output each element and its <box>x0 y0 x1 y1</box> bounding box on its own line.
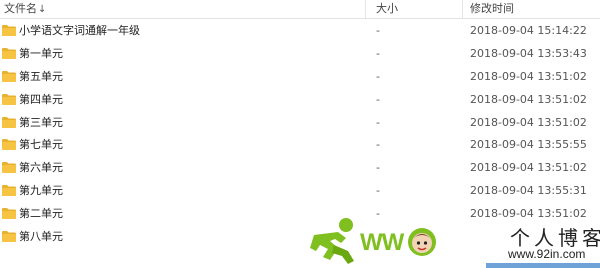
folder-icon <box>2 162 16 174</box>
file-size: - <box>376 184 380 198</box>
folder-icon <box>2 139 16 151</box>
file-name: 第八单元 <box>19 230 63 244</box>
column-divider[interactable] <box>365 0 366 19</box>
file-size: - <box>376 24 380 37</box>
file-size: - <box>376 46 380 60</box>
folder-icon <box>2 185 16 197</box>
folder-icon <box>2 25 16 36</box>
file-name: 第九单元 <box>19 184 63 198</box>
folder-icon <box>2 93 16 105</box>
file-row[interactable]: 第七单元 - 2018-09-04 13:55:55 <box>0 134 600 157</box>
file-modified-date: 2018-09-04 13:51:02 <box>470 161 587 175</box>
running-figure-logo-icon <box>310 218 354 264</box>
file-row[interactable]: 第九单元 - 2018-09-04 13:55:31 <box>0 180 600 203</box>
file-row[interactable]: 第三单元 - 2018-09-04 13:51:02 <box>0 112 600 135</box>
file-row[interactable]: 第六单元 - 2018-09-04 13:51:02 <box>0 157 600 180</box>
file-modified-date: 2018-09-04 13:51:02 <box>470 92 587 106</box>
file-size: - <box>376 69 380 83</box>
file-name: 第四单元 <box>19 92 63 106</box>
watermark-bar <box>486 263 600 268</box>
folder-icon <box>2 231 16 243</box>
watermark-url: www.92in.com <box>508 247 586 261</box>
file-modified-date: 2018-09-04 15:14:22 <box>470 24 587 37</box>
folder-icon <box>2 70 16 82</box>
column-header-name-label: 文件名 <box>4 2 37 15</box>
file-row[interactable]: 第四单元 - 2018-09-04 13:51:02 <box>0 89 600 112</box>
file-modified-date: 2018-09-04 13:55:55 <box>470 138 587 152</box>
file-row[interactable]: 小学语文字词通解一年级 - 2018-09-04 15:14:22 <box>0 20 600 43</box>
file-size: - <box>376 115 380 129</box>
file-modified-date: 2018-09-04 13:51:02 <box>470 115 587 129</box>
column-header-size[interactable]: 大小 <box>376 0 456 19</box>
file-name: 第二单元 <box>19 207 63 221</box>
file-name: 第三单元 <box>19 115 63 129</box>
avatar-face-icon <box>408 228 436 256</box>
file-name: 第一单元 <box>19 46 63 60</box>
file-row[interactable]: 第五单元 - 2018-09-04 13:51:02 <box>0 66 600 89</box>
file-modified-date: 2018-09-04 13:51:02 <box>470 69 587 83</box>
site-watermark: WW 个人博客 www.92in.com <box>308 215 600 268</box>
folder-icon <box>2 116 16 128</box>
file-modified-date: 2018-09-04 13:53:43 <box>470 46 587 60</box>
file-name: 第六单元 <box>19 161 63 175</box>
file-size: - <box>376 138 380 152</box>
column-header-bar: 文件名↓ 大小 修改时间 <box>0 0 600 19</box>
file-modified-date: 2018-09-04 13:55:31 <box>470 184 587 198</box>
file-name: 第五单元 <box>19 69 63 83</box>
folder-icon <box>2 208 16 220</box>
column-divider[interactable] <box>462 0 463 19</box>
file-row[interactable]: 第一单元 - 2018-09-04 13:53:43 <box>0 43 600 66</box>
file-name: 第七单元 <box>19 138 63 152</box>
column-header-name[interactable]: 文件名↓ <box>4 0 364 19</box>
file-name: 小学语文字词通解一年级 <box>19 24 140 37</box>
folder-icon <box>2 47 16 59</box>
file-size: - <box>376 161 380 175</box>
column-header-date[interactable]: 修改时间 <box>470 0 600 19</box>
file-size: - <box>376 92 380 106</box>
watermark-letters: WW <box>360 229 404 256</box>
sort-down-icon: ↓ <box>38 4 47 15</box>
